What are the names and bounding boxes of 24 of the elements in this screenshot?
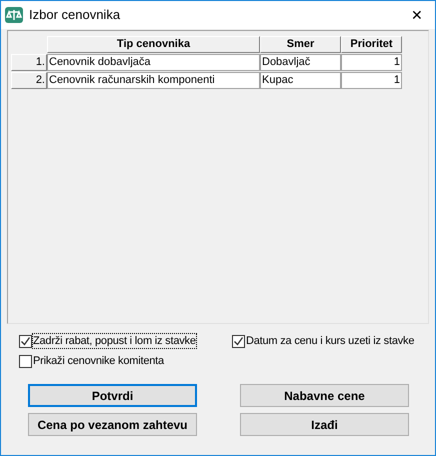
table-cell: Dobavljač [260, 54, 341, 71]
column-header[interactable]: Prioritet [341, 36, 402, 53]
row-header[interactable]: 1. [11, 54, 47, 71]
scales-icon [5, 7, 23, 23]
table-cell: 1 [341, 72, 402, 89]
close-button[interactable]: ✕ [403, 4, 431, 26]
column-header[interactable]: Tip cenovnika [47, 36, 260, 53]
checkbox-label[interactable]: Prikaži cenovnike komitenta [33, 354, 164, 368]
dialog-button[interactable]: Izađi [240, 413, 409, 436]
dialog-button[interactable]: Nabavne cene [240, 384, 409, 407]
checkbox-label[interactable]: Datum za cenu i kurs uzeti iz stavke [246, 334, 414, 348]
checkbox[interactable] [232, 334, 245, 348]
table-cell: 1 [341, 54, 402, 71]
checkbox[interactable] [19, 334, 32, 348]
dialog-button[interactable]: Potvrdi [28, 384, 197, 407]
dialog-button[interactable]: Cena po vezanom zahtevu [28, 413, 197, 436]
table-cell: Kupac [260, 72, 341, 89]
window-title: Izbor cenovnika [29, 6, 120, 24]
checkbox[interactable] [19, 354, 32, 368]
row-header[interactable]: 2. [11, 72, 47, 89]
table-cell: Cenovnik računarskih komponenti [47, 72, 260, 89]
table-cell: Cenovnik dobavljača [47, 54, 260, 71]
column-header[interactable]: Smer [260, 36, 341, 53]
checkbox-label[interactable]: Zadrži rabat, popust i lom iz stavke [33, 334, 196, 348]
